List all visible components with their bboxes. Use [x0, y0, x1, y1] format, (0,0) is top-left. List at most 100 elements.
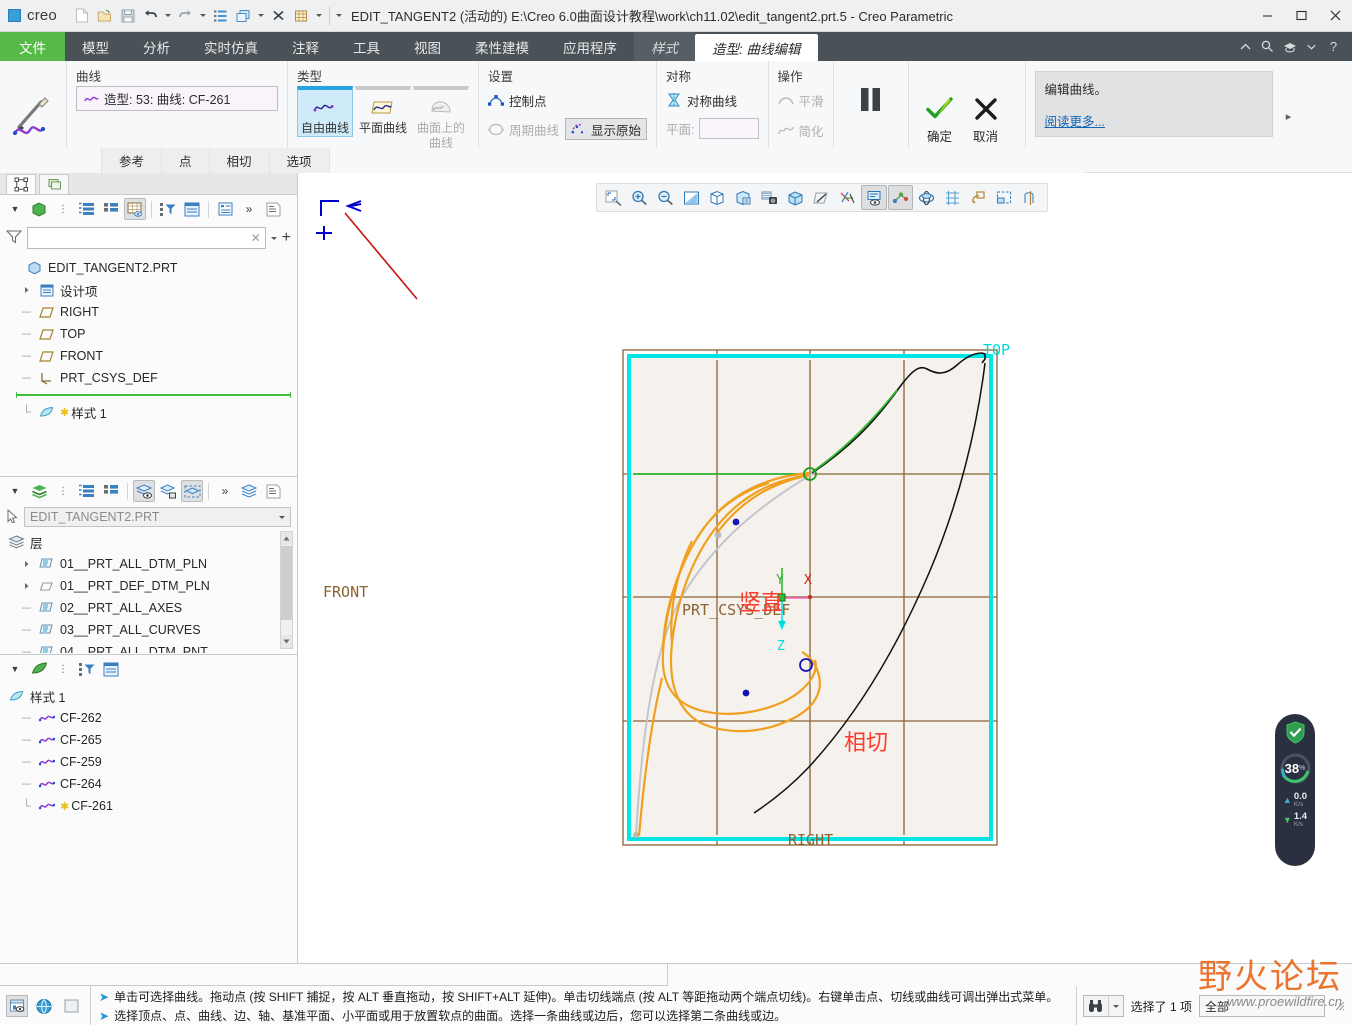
expand-icon[interactable]: ▼	[4, 658, 26, 680]
filter-icon[interactable]	[157, 198, 179, 220]
ribbon-tab-style[interactable]: 样式	[634, 32, 695, 61]
model-tree-filter-input[interactable]: ✕	[27, 227, 266, 249]
control-points-button[interactable]: 控制点	[488, 88, 547, 112]
maximize-button[interactable]	[1284, 0, 1318, 32]
expand-icon[interactable]: ▼	[4, 198, 26, 220]
display-icon[interactable]	[124, 198, 146, 220]
more-dots-icon[interactable]: ⋮	[52, 480, 74, 502]
style-tree-root[interactable]: 样式 1	[8, 685, 297, 707]
layer-item-02-all-axes[interactable]: ─ 02__PRT_ALL_AXES	[8, 597, 297, 619]
pause-button[interactable]	[843, 86, 899, 113]
scroll-up-icon[interactable]	[281, 532, 292, 545]
help-read-more-link[interactable]: 阅读更多...	[1045, 111, 1105, 130]
filter-icon[interactable]	[76, 658, 98, 680]
layers-icon[interactable]	[28, 480, 50, 502]
type-planar-curve-button[interactable]: 平面曲线	[355, 86, 411, 137]
expand-arrow-icon[interactable]	[20, 286, 33, 294]
search-tool-button[interactable]	[1082, 995, 1124, 1017]
tree-item-top[interactable]: ─ TOP	[8, 323, 297, 345]
qat-overflow-icon[interactable]	[334, 5, 345, 27]
ribbon-tab-flexible-modeling[interactable]: 柔性建模	[458, 32, 546, 61]
appearance-icon[interactable]	[291, 5, 313, 27]
layer-isolate-icon[interactable]	[181, 480, 203, 502]
list-icon[interactable]	[76, 480, 98, 502]
curve-selection-field[interactable]: 造型: 53: 曲线: CF-261	[76, 86, 278, 111]
clear-filter-icon[interactable]: ✕	[251, 231, 261, 245]
show-original-button[interactable]: 显示原始	[565, 118, 648, 140]
appearance-dropdown-icon[interactable]	[314, 5, 325, 27]
model-cube-icon[interactable]	[28, 198, 50, 220]
notes-icon[interactable]	[214, 198, 236, 220]
settings-tree-icon[interactable]	[181, 198, 203, 220]
detail-icon[interactable]	[262, 198, 284, 220]
ribbon-tab-applications[interactable]: 应用程序	[546, 32, 634, 61]
ribbon-tab-annotate[interactable]: 注释	[275, 32, 336, 61]
model-tree-tab[interactable]	[6, 174, 36, 194]
performance-widget[interactable]: 38% ▲ 0.0 K/s ▼ 1.4 K/s	[1275, 714, 1315, 866]
regenerate-icon[interactable]	[210, 5, 232, 27]
layer-item-01-all-dtm-pln[interactable]: 01__PRT_ALL_DTM_PLN	[8, 553, 297, 575]
ribbon-tab-tools[interactable]: 工具	[336, 32, 397, 61]
style-tree-item-cf-259[interactable]: ─ CF-259	[8, 751, 297, 773]
more-dots-icon[interactable]: ⋮	[52, 658, 74, 680]
dashboard-tab-references[interactable]: 参考	[102, 148, 163, 173]
layer-hide-icon[interactable]	[157, 480, 179, 502]
ribbon-expand-arrow-icon[interactable]: ▸	[1282, 110, 1296, 123]
ribbon-tab-view[interactable]: 视图	[397, 32, 458, 61]
cancel-button[interactable]: 取消	[964, 86, 1008, 145]
graphics-viewport[interactable]: Y X Z TOP FRONT RIGHT PRT_CSYS_DEF 竖直 相切…	[299, 173, 1352, 963]
detail-icon[interactable]	[262, 480, 284, 502]
layer-model-selector[interactable]: EDIT_TANGENT2.PRT	[24, 507, 291, 527]
overflow-icon[interactable]: »	[238, 198, 260, 220]
resize-grip-icon[interactable]	[1332, 1000, 1346, 1013]
expand-arrow-icon[interactable]	[20, 582, 33, 590]
columns-icon[interactable]	[100, 198, 122, 220]
layer-item-04-all-dtm-pnt[interactable]: ─ 04__PRT_ALL_DTM_PNT	[8, 641, 297, 653]
undo-dropdown-icon[interactable]	[163, 5, 174, 27]
minimize-button[interactable]	[1250, 0, 1284, 32]
layer-tree-tab[interactable]	[39, 174, 69, 194]
new-file-icon[interactable]	[71, 5, 93, 27]
window-icon[interactable]	[233, 5, 255, 27]
tree-item-front[interactable]: ─ FRONT	[8, 345, 297, 367]
selection-filter-select[interactable]: 全部	[1199, 995, 1325, 1017]
open-file-icon[interactable]	[94, 5, 116, 27]
tree-item-style-1[interactable]: └ ✱ 样式 1	[8, 401, 297, 423]
layer-item-01-def-dtm-pln[interactable]: 01__PRT_DEF_DTM_PLN	[8, 575, 297, 597]
quick-access-toolbar[interactable]	[67, 5, 345, 27]
search-dropdown-icon[interactable]	[1107, 996, 1123, 1016]
redo-dropdown-icon[interactable]	[198, 5, 209, 27]
undo-icon[interactable]	[140, 5, 162, 27]
style-tree-item-cf-262[interactable]: ─ CF-262	[8, 707, 297, 729]
filter-dropdown-icon[interactable]	[270, 236, 277, 240]
style-feature-icon[interactable]	[28, 658, 50, 680]
layer-item-03-all-curves[interactable]: ─ 03__PRT_ALL_CURVES	[8, 619, 297, 641]
redo-icon[interactable]	[175, 5, 197, 27]
overflow-icon[interactable]: »	[214, 480, 236, 502]
cad-model-graphics[interactable]: Y X Z TOP FRONT RIGHT PRT_CSYS_DEF 竖直	[299, 173, 1352, 963]
scrollbar-thumb[interactable]	[281, 546, 292, 620]
ribbon-tab-analysis[interactable]: 分析	[126, 32, 187, 61]
settings-tree-icon[interactable]	[100, 658, 122, 680]
confirm-button[interactable]: 确定	[918, 86, 962, 145]
collapse-ribbon-icon[interactable]	[1236, 32, 1255, 61]
layer-list-scrollbar[interactable]	[280, 531, 293, 649]
scroll-down-icon[interactable]	[281, 635, 292, 648]
layer-show-icon[interactable]	[133, 480, 155, 502]
dashboard-tab-tangency[interactable]: 相切	[209, 148, 270, 173]
type-free-curve-button[interactable]: 自由曲线	[297, 86, 353, 137]
chevron-down-icon[interactable]	[1302, 32, 1321, 61]
ribbon-tab-live-simulation[interactable]: 实时仿真	[187, 32, 275, 61]
blank-icon[interactable]	[60, 995, 82, 1017]
insert-here-bar[interactable]	[16, 391, 291, 399]
search-icon[interactable]	[1258, 32, 1277, 61]
ribbon-tab-model[interactable]: 模型	[65, 32, 126, 61]
help-icon[interactable]: ?	[1324, 32, 1343, 61]
list-icon[interactable]	[76, 198, 98, 220]
add-filter-icon[interactable]: +	[282, 230, 291, 246]
ribbon-tab-file[interactable]: 文件	[0, 32, 65, 61]
close-window-icon[interactable]	[268, 5, 290, 27]
save-file-icon[interactable]	[117, 5, 139, 27]
tree-item-csys[interactable]: ─ PRT_CSYS_DEF	[8, 367, 297, 389]
symmetry-plane-field[interactable]	[698, 118, 759, 139]
